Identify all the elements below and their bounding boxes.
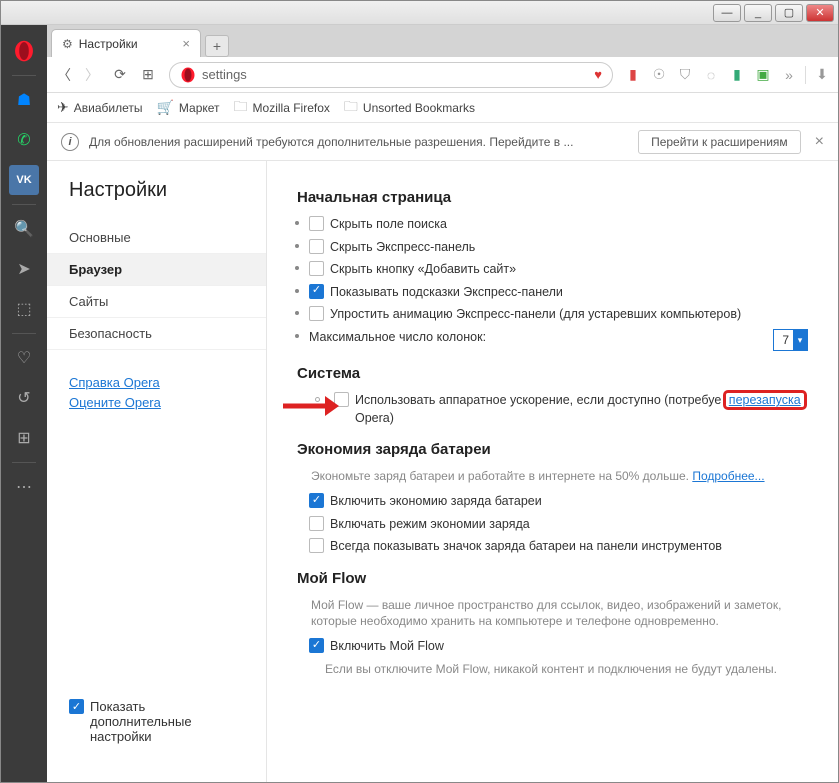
gear-icon: ⚙ <box>62 37 73 51</box>
opera-sidebar: ☗ ✆ VK 🔍 ➤ ⬚ ♡ ↺ ⊞ ⋯ <box>1 25 47 782</box>
restart-link-highlight: перезапуска <box>723 390 807 410</box>
opt-battery-icon: Всегда показывать значок заряда батареи … <box>297 538 808 556</box>
opt-battery-mode: Включать режим экономии заряда <box>297 516 808 534</box>
toolbar-more-icon[interactable]: » <box>779 65 799 85</box>
sidebar-settings-icon[interactable]: ⋯ <box>9 472 39 502</box>
new-tab-button[interactable]: + <box>205 35 229 57</box>
bookmark-mozilla[interactable]: 🗀Mozilla Firefox <box>234 96 330 120</box>
bookmark-unsorted[interactable]: 🗀Unsorted Bookmarks <box>344 96 475 120</box>
forward-button[interactable]: 〉 <box>81 64 103 86</box>
reload-button[interactable]: ⟳ <box>109 64 131 86</box>
tab-settings[interactable]: ⚙ Настройки × <box>51 29 201 57</box>
opt-flow-enable: ✓Включить Мой Flow <box>297 638 808 656</box>
flow-desc: Мой Flow — ваше личное пространство для … <box>311 597 808 631</box>
history-icon[interactable]: ↺ <box>9 383 39 413</box>
tab-bar: ⚙ Настройки × + <box>47 25 838 57</box>
hw-accel-checkbox[interactable] <box>334 392 349 407</box>
nav-sites[interactable]: Сайты <box>47 286 266 318</box>
opera-logo-icon[interactable] <box>9 36 39 66</box>
whatsapp-icon[interactable]: ✆ <box>9 125 39 155</box>
vk-icon[interactable]: VK <box>9 165 39 195</box>
battery-more-link[interactable]: Подробнее... <box>692 469 764 483</box>
flow-send-icon[interactable]: ➤ <box>9 254 39 284</box>
outer-minimize-button[interactable]: _ <box>744 4 772 22</box>
adblock-icon[interactable]: ◌ <box>701 65 721 85</box>
nav-security[interactable]: Безопасность <box>47 318 266 350</box>
opt-max-columns: Максимальное число колонок: 7 <box>297 329 808 352</box>
info-bar: i Для обновления расширений требуются до… <box>47 123 838 161</box>
toolbar-ext-1-icon[interactable]: ▮ <box>623 65 643 85</box>
close-infobar-icon[interactable]: × <box>815 133 824 151</box>
address-text: settings <box>202 67 247 82</box>
section-startpage: Начальная страница <box>297 189 808 206</box>
flow-note: Если вы отключите Мой Flow, никакой конт… <box>325 661 808 678</box>
opt-show-hints: ✓Показывать подсказки Экспресс-панели <box>297 284 808 302</box>
nav-browser[interactable]: Браузер <box>47 254 266 286</box>
back-button[interactable]: 〈 <box>53 64 75 86</box>
os-titlebar: — _ ▢ ✕ <box>1 1 838 25</box>
bookmarks-icon[interactable]: ♡ <box>9 343 39 373</box>
minimize-button[interactable]: — <box>713 4 741 22</box>
nav-toolbar: 〈 〉 ⟳ ⊞ settings ♥ ▮ ☉ ⛉ ◌ ▮ ▣ » ⬇ <box>47 57 838 93</box>
checkbox-on-icon: ✓ <box>69 699 84 714</box>
bookmarks-bar: ✈Авиабилеты 🛒Маркет 🗀Mozilla Firefox 🗀Un… <box>47 93 838 123</box>
opt-battery-enable: ✓Включить экономию заряда батареи <box>297 493 808 511</box>
info-text: Для обновления расширений требуются допо… <box>89 135 573 149</box>
bookmark-market[interactable]: 🛒Маркет <box>156 99 219 116</box>
opt-hw-accel: Использовать аппаратное ускорение, если … <box>297 392 808 427</box>
settings-body: Настройки Основные Браузер Сайты Безопас… <box>47 161 838 782</box>
toolbar-ext-2-icon[interactable]: ☉ <box>649 65 669 85</box>
opt-hide-search: Скрыть поле поиска <box>297 216 808 234</box>
speed-dial-button[interactable]: ⊞ <box>137 64 159 86</box>
tab-title: Настройки <box>79 37 138 51</box>
toolbar-ext-3-icon[interactable]: ▮ <box>727 65 747 85</box>
address-bar[interactable]: settings ♥ <box>169 62 613 88</box>
search-icon[interactable]: 🔍 <box>9 214 39 244</box>
info-icon: i <box>61 133 79 151</box>
restart-link[interactable]: перезапуска <box>729 393 801 407</box>
radio-icon <box>315 397 320 402</box>
bookmark-aviabilety[interactable]: ✈Авиабилеты <box>57 99 142 116</box>
opt-hide-addsite: Скрыть кнопку «Добавить сайт» <box>297 261 808 279</box>
opt-simplify-anim: Упростить анимацию Экспресс-панели (для … <box>297 306 808 324</box>
rate-link[interactable]: Оцените Opera <box>69 395 244 410</box>
toolbar-ext-4-icon[interactable]: ▣ <box>753 65 773 85</box>
settings-content: Начальная страница Скрыть поле поиска Ск… <box>267 161 838 782</box>
close-tab-icon[interactable]: × <box>182 36 190 51</box>
show-advanced-checkbox[interactable]: ✓ Показать дополнительные настройки <box>69 699 244 744</box>
section-flow: Мой Flow <box>297 570 808 587</box>
messenger-icon[interactable]: ☗ <box>9 85 39 115</box>
heart-icon[interactable]: ♥ <box>594 67 602 82</box>
max-columns-select[interactable]: 7 <box>773 329 808 352</box>
maximize-button[interactable]: ▢ <box>775 4 803 22</box>
settings-sidebar: Настройки Основные Браузер Сайты Безопас… <box>47 161 267 782</box>
help-link[interactable]: Справка Opera <box>69 375 244 390</box>
settings-title: Настройки <box>47 179 266 216</box>
downloads-icon[interactable]: ⬇ <box>812 65 832 85</box>
extensions-icon[interactable]: ⊞ <box>9 423 39 453</box>
section-battery: Экономия заряда батареи <box>297 441 808 458</box>
opera-badge-icon <box>180 67 196 83</box>
snapshot-icon[interactable]: ⬚ <box>9 294 39 324</box>
close-window-button[interactable]: ✕ <box>806 4 834 22</box>
nav-basic[interactable]: Основные <box>47 222 266 254</box>
section-system: Система <box>297 365 808 382</box>
browser-window: — _ ▢ ✕ ☗ ✆ VK 🔍 ➤ ⬚ ♡ ↺ ⊞ ⋯ <box>0 0 839 783</box>
opt-hide-speeddial: Скрыть Экспресс-панель <box>297 239 808 257</box>
battery-desc: Экономьте заряд батареи и работайте в ин… <box>311 468 808 485</box>
vpn-icon[interactable]: ⛉ <box>675 65 695 85</box>
goto-extensions-button[interactable]: Перейти к расширениям <box>638 130 801 154</box>
